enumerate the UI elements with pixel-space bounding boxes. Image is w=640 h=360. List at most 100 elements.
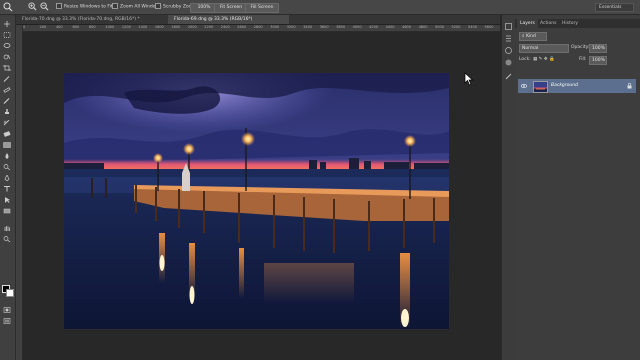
- document-tab-active[interactable]: Florida-69.dng @ 33.3% (RGB/16*): [168, 15, 289, 24]
- zoom-in-icon[interactable]: [28, 2, 37, 11]
- layer-thumbnail: [533, 81, 548, 93]
- tab-history[interactable]: History: [559, 19, 581, 28]
- ruler-left: [16, 25, 23, 360]
- resize-windows-label: Resize Windows to Fit: [64, 4, 113, 10]
- ruler-tick-label: 5200: [451, 25, 461, 29]
- clone-stamp-icon[interactable]: [3, 109, 11, 115]
- fill-screen-button[interactable]: Fill Screen: [245, 3, 279, 13]
- history-brush-icon[interactable]: [3, 120, 11, 126]
- lock-icons[interactable]: ▦ ✎ ✥ 🔒: [533, 56, 555, 64]
- blur-icon[interactable]: [3, 153, 11, 159]
- ruler-tick-label: 3200: [286, 25, 296, 29]
- brush-presets-icon[interactable]: [505, 73, 512, 80]
- history-panel-icon[interactable]: [505, 23, 512, 30]
- tab-actions[interactable]: Actions: [537, 19, 559, 28]
- marquee-icon[interactable]: [3, 32, 11, 38]
- ruler-tick-label: 4000: [352, 25, 362, 29]
- tab-layers[interactable]: Layers: [517, 19, 538, 28]
- pen-icon[interactable]: [3, 175, 11, 181]
- ruler-tick-label: 200: [39, 25, 47, 29]
- ruler-tick-label: 1800: [171, 25, 181, 29]
- brush-icon[interactable]: [3, 98, 11, 104]
- ruler-tick-label: 600: [72, 25, 80, 29]
- adjustments-panel-icon[interactable]: [505, 59, 512, 66]
- tools-panel: [0, 15, 16, 360]
- mouse-cursor-icon: [464, 72, 474, 86]
- info-panel-icon[interactable]: [505, 47, 512, 54]
- ruler-tick-label: 3600: [319, 25, 329, 29]
- layers-panel: Layers Actions History ⌕ Kind Normal Opa…: [515, 15, 640, 360]
- document-tab[interactable]: Florida-70.dng @ 33.3% (Florida-70.dng, …: [16, 15, 172, 24]
- ruler-tick-label: 2200: [204, 25, 214, 29]
- eye-icon[interactable]: [520, 83, 528, 89]
- kind-filter-select[interactable]: ⌕ Kind: [519, 32, 547, 41]
- fit-screen-button[interactable]: Fit Screen: [214, 3, 248, 13]
- ruler-tick-label: 2600: [237, 25, 247, 29]
- screen-mode-icon[interactable]: [3, 318, 11, 324]
- ruler-tick-label: 4200: [369, 25, 379, 29]
- layer-row-background[interactable]: Background: [518, 79, 636, 93]
- layers-list-empty-area: [515, 97, 640, 360]
- ruler-tick-label: 0: [23, 25, 26, 29]
- ruler-tick-label: 1200: [121, 25, 131, 29]
- path-select-icon[interactable]: [3, 197, 11, 203]
- ruler-tick-label: 4800: [418, 25, 428, 29]
- blend-mode-select[interactable]: Normal: [519, 44, 569, 53]
- eyedropper-icon[interactable]: [3, 76, 11, 82]
- ruler-tick-label: 3800: [336, 25, 346, 29]
- zoom-icon[interactable]: [3, 236, 11, 242]
- opacity-label: Opacity:: [571, 45, 590, 50]
- checkbox-icon: [155, 3, 161, 9]
- ruler-tick-label: 1600: [154, 25, 164, 29]
- ruler-tick-label: 5600: [484, 25, 494, 29]
- gradient-icon[interactable]: [3, 142, 11, 148]
- quick-select-icon[interactable]: [3, 54, 11, 60]
- ruler-tick-label: 3400: [303, 25, 313, 29]
- fill-input[interactable]: 100%: [589, 56, 607, 65]
- panel-tabs: Layers Actions History: [515, 19, 640, 28]
- lasso-icon[interactable]: [3, 43, 11, 49]
- checkbox-icon: [112, 3, 118, 9]
- document-image[interactable]: [64, 73, 449, 329]
- lock-label: Lock:: [519, 57, 531, 62]
- zoom-out-icon[interactable]: [40, 2, 49, 11]
- ruler-top: 0 200 400 600 800 1000 1200 1400 1600 1800 2000 220…: [22, 25, 500, 32]
- crop-icon[interactable]: [3, 65, 11, 71]
- ruler-tick-label: 1000: [105, 25, 115, 29]
- type-icon[interactable]: [3, 186, 11, 192]
- dodge-icon[interactable]: [3, 164, 11, 170]
- quick-mask-icon[interactable]: [3, 307, 11, 313]
- document-tab-label: Florida-69.dng @ 33.3% (RGB/16*): [174, 17, 253, 22]
- hand-icon[interactable]: [3, 225, 11, 231]
- zoom-tool-icon[interactable]: [3, 2, 13, 12]
- ruler-tick-label: 4600: [402, 25, 412, 29]
- checkbox-icon: [56, 3, 62, 9]
- panel-icon-strip: [501, 15, 516, 360]
- layer-name: Background: [551, 83, 578, 88]
- kind-filter-label: Kind: [525, 34, 536, 39]
- fill-label: Fill:: [579, 57, 587, 62]
- healing-icon[interactable]: [3, 87, 11, 93]
- shape-icon[interactable]: [3, 208, 11, 214]
- document-tab-bar: Florida-70.dng @ 33.3% (Florida-70.dng, …: [16, 15, 500, 25]
- workspace-select[interactable]: Essentials: [595, 3, 634, 12]
- properties-panel-icon[interactable]: [505, 35, 512, 42]
- ruler-tick-label: 1400: [138, 25, 148, 29]
- ruler-tick-label: 800: [88, 25, 96, 29]
- opacity-input[interactable]: 100%: [589, 44, 607, 53]
- ruler-tick-label: 5400: [468, 25, 477, 29]
- ruler-tick-label: 3000: [270, 25, 280, 29]
- ruler-tick-label: 2000: [187, 25, 197, 29]
- document-tab-label: Florida-70.dng @ 33.3% (Florida-70.dng, …: [22, 17, 140, 22]
- ruler-tick-label: 2400: [220, 25, 230, 29]
- ruler-tick-label: 5000: [435, 25, 444, 29]
- background-color-swatch[interactable]: [6, 289, 14, 297]
- lock-icon: [627, 83, 632, 89]
- options-bar: Resize Windows to Fit Zoom All Windows S…: [0, 0, 640, 15]
- ruler-tick-label: 2800: [253, 25, 263, 29]
- move-icon[interactable]: [3, 21, 11, 27]
- ruler-tick-label: 4400: [385, 25, 395, 29]
- eraser-icon[interactable]: [3, 131, 11, 137]
- resize-windows-checkbox[interactable]: Resize Windows to Fit: [56, 3, 113, 11]
- ruler-tick-label: 400: [55, 25, 63, 29]
